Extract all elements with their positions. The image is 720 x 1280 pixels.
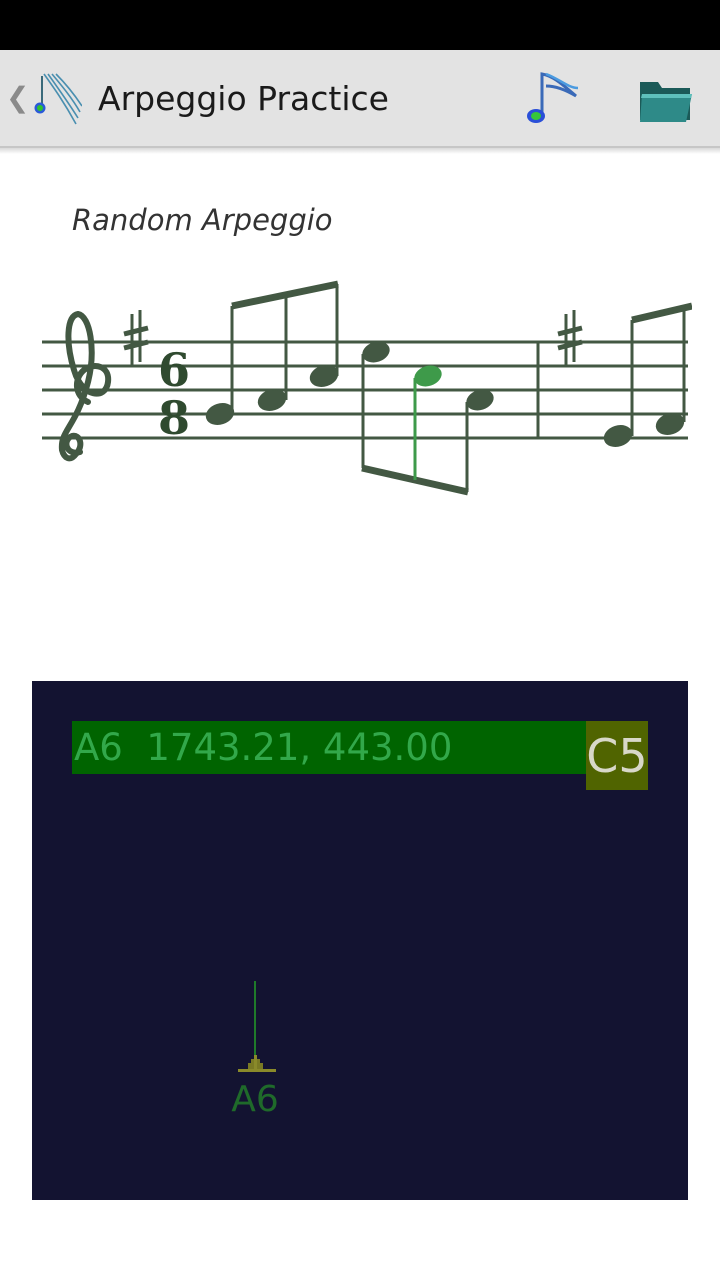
spectrum-bar — [248, 1063, 251, 1069]
spectrum-bar — [260, 1063, 263, 1069]
spectrum-bar — [257, 1059, 260, 1069]
music-staff: 6 8 — [42, 280, 692, 496]
chevron-left-icon[interactable]: ❮ — [6, 78, 29, 118]
peak-note-label: A6 — [231, 1079, 279, 1120]
tuner-panel: A6 1743.21, 443.00 C5 A6 — [32, 681, 688, 1200]
beamed-notes-group-3 — [603, 302, 692, 447]
status-bar — [0, 0, 720, 50]
folder-icon[interactable] — [636, 70, 694, 128]
spectrum-baseline — [238, 1069, 276, 1072]
svg-text:6: 6 — [158, 343, 190, 397]
page-title: Arpeggio Practice — [98, 79, 389, 118]
time-signature: 6 8 — [158, 343, 190, 445]
measure-2-sharp-icon — [557, 310, 583, 366]
spectrum-display — [238, 981, 276, 1072]
key-signature-sharp-icon — [123, 310, 149, 366]
svg-text:8: 8 — [158, 391, 190, 445]
action-bar: ❮ Arpeggio Practice — [0, 50, 720, 154]
spectrum-bar — [254, 1055, 257, 1069]
spectrum-bar — [251, 1059, 254, 1069]
beamed-notes-group-1 — [205, 280, 339, 425]
music-note-icon[interactable] — [520, 66, 584, 130]
exercise-label: Random Arpeggio — [72, 203, 333, 237]
music-staff-icon[interactable] — [30, 68, 82, 128]
